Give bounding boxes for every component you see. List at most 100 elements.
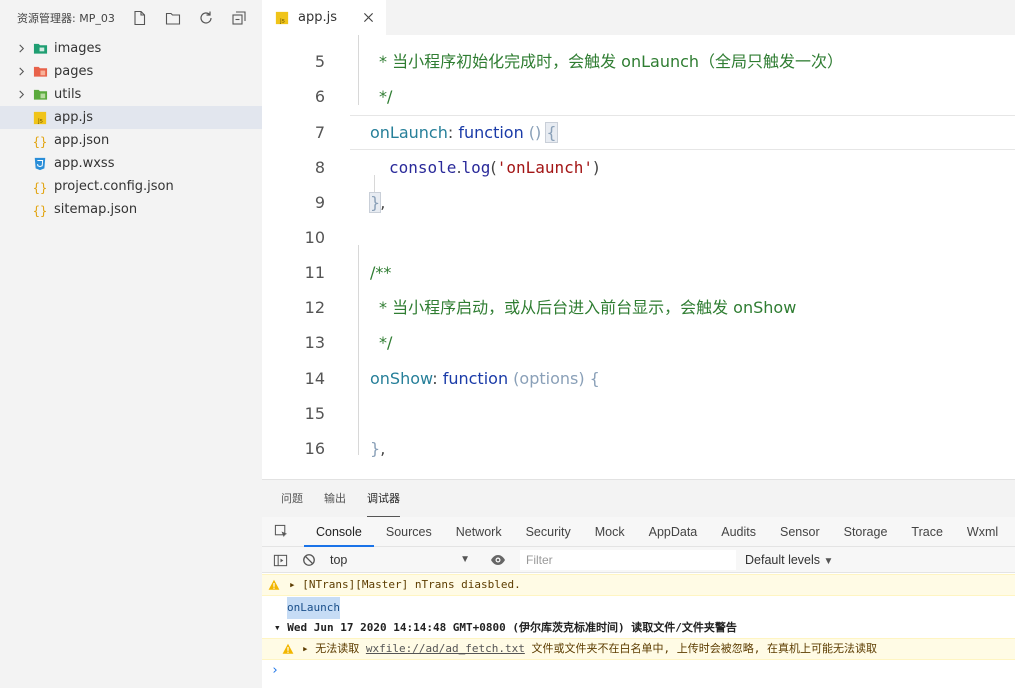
line-number: 8 <box>314 158 325 177</box>
folder-utils-icon <box>32 87 48 103</box>
code-line: 14 onShow: function (options) { <box>262 361 1015 396</box>
js-file-icon: js <box>274 10 290 26</box>
code-line: 11 /** <box>262 255 1015 290</box>
code-tokens: console.log('onLaunch') <box>389 150 599 185</box>
tree-item-label: sitemap.json <box>54 202 138 217</box>
line-number: 16 <box>304 439 325 458</box>
tree-item-label: project.config.json <box>54 179 174 194</box>
devtools-tab-bar: Console Sources Network Security Mock Ap… <box>262 517 1015 547</box>
code-line: 5 * 当小程序初始化完成时，会触发 onLaunch（全局只触发一次） <box>262 44 1015 79</box>
prompt-chevron-icon: › <box>271 663 279 678</box>
code-editor[interactable]: 5 * 当小程序初始化完成时，会触发 onLaunch（全局只触发一次） 6 *… <box>262 35 1015 479</box>
console-message-text: ▸ 无法读取 wxfile://ad/ad_fetch.txt 文件或文件夹不在… <box>302 639 877 659</box>
editor-tab-bar: js app.js <box>262 0 1015 35</box>
devtools-tab-console[interactable]: Console <box>304 517 374 547</box>
code-line: 12 * 当小程序启动，或从后台进入前台显示，会触发 onShow <box>262 290 1015 325</box>
chevron-right-icon[interactable] <box>16 90 26 100</box>
panel-tab-debugger[interactable]: 调试器 <box>367 480 400 517</box>
console-toolbar: top ▼ Default levels ▼ <box>262 547 1015 573</box>
close-icon[interactable] <box>360 9 376 25</box>
tree-file-sitemap-json[interactable]: {} sitemap.json <box>0 198 262 221</box>
tree-file-project-config-json[interactable]: {} project.config.json <box>0 175 262 198</box>
tree-item-label: app.wxss <box>54 156 115 171</box>
devtools: Console Sources Network Security Mock Ap… <box>262 517 1015 688</box>
code-property: onLaunch <box>370 123 448 142</box>
console-warning-message[interactable]: ▸ 无法读取 wxfile://ad/ad_fetch.txt 文件或文件夹不在… <box>262 638 1015 660</box>
file-link[interactable]: wxfile://ad/ad_fetch.txt <box>366 642 525 655</box>
devtools-tab-security[interactable]: Security <box>514 517 583 547</box>
dropdown-arrow-icon: ▼ <box>460 554 470 565</box>
svg-text:js: js <box>279 17 285 24</box>
clear-console-icon[interactable] <box>299 550 319 570</box>
tree-folder-utils[interactable]: utils <box>0 83 262 106</box>
svg-text:{}: {} <box>33 204 47 218</box>
code-brace: } <box>370 439 381 458</box>
svg-text:{}: {} <box>33 181 47 195</box>
inspect-element-icon[interactable] <box>270 521 292 543</box>
line-number: 7 <box>314 123 325 142</box>
new-file-icon[interactable] <box>130 8 150 28</box>
js-file-icon: js <box>32 110 48 126</box>
code-comment: /** <box>370 263 392 282</box>
code-params: (options) <box>508 369 590 388</box>
code-tokens: }, <box>370 431 385 466</box>
chevron-right-icon[interactable] <box>16 44 26 54</box>
code-line: 7 onLaunch: function () { <box>262 115 1015 150</box>
code-comment: * 当小程序初始化完成时，会触发 onLaunch（全局只触发一次） <box>379 52 844 71</box>
tree-file-app-wxss[interactable]: app.wxss <box>0 152 262 175</box>
bottom-panel: 问题 输出 调试器 Console Sources Network Securi… <box>262 479 1015 688</box>
context-select[interactable]: top ▼ <box>330 550 470 570</box>
console-message-text: ▾ Wed Jun 17 2020 14:14:48 GMT+0800 (伊尔库… <box>274 621 737 634</box>
console-log-message[interactable]: onLaunch <box>262 597 1015 619</box>
tree-file-app-json[interactable]: {} app.json <box>0 129 262 152</box>
devtools-tab-appdata[interactable]: AppData <box>637 517 710 547</box>
devtools-tab-wxml[interactable]: Wxml <box>955 517 1010 547</box>
dropdown-arrow-icon: ▼ <box>823 556 834 567</box>
devtools-tab-network[interactable]: Network <box>444 517 514 547</box>
log-levels-select[interactable]: Default levels ▼ <box>745 550 833 572</box>
devtools-tab-storage[interactable]: Storage <box>832 517 900 547</box>
panel-tab-problems[interactable]: 问题 <box>281 480 303 517</box>
tree-folder-images[interactable]: images <box>0 37 262 60</box>
tree-folder-pages[interactable]: pages <box>0 60 262 83</box>
json-file-icon: {} <box>32 202 48 218</box>
devtools-tab-mock[interactable]: Mock <box>583 517 637 547</box>
editor-tab-label: app.js <box>298 10 337 25</box>
console-prompt[interactable]: › <box>262 661 1015 681</box>
line-number: 9 <box>314 193 325 212</box>
editor-tab-app-js[interactable]: js app.js <box>262 0 386 35</box>
devtools-tab-audits[interactable]: Audits <box>709 517 768 547</box>
code-brace: } <box>368 192 382 213</box>
chevron-right-icon[interactable] <box>16 67 26 77</box>
devtools-tab-sensor[interactable]: Sensor <box>768 517 832 547</box>
panel-tab-output[interactable]: 输出 <box>324 480 346 517</box>
log-levels-value: Default levels <box>745 553 821 567</box>
new-folder-icon[interactable] <box>163 8 183 28</box>
folder-pages-icon <box>32 64 48 80</box>
code-tokens: }, <box>368 185 385 220</box>
console-message-prefix: ▸ 无法读取 <box>302 642 366 655</box>
console-group-header[interactable]: ▾ Wed Jun 17 2020 14:14:48 GMT+0800 (伊尔库… <box>262 618 1015 638</box>
code-object: console <box>389 158 457 177</box>
tree-item-label: app.json <box>54 133 110 148</box>
refresh-icon[interactable] <box>196 8 216 28</box>
code-line: 9 }, <box>262 185 1015 220</box>
collapse-all-icon[interactable] <box>229 8 249 28</box>
devtools-tab-trace[interactable]: Trace <box>899 517 955 547</box>
tree-file-app-js[interactable]: js app.js <box>0 106 262 129</box>
json-file-icon: {} <box>32 133 48 149</box>
line-number: 12 <box>304 298 325 317</box>
console-warning-message[interactable]: ▸ [NTrans][Master] nTrans diasbled. <box>262 574 1015 596</box>
toggle-sidebar-icon[interactable] <box>270 550 290 570</box>
code-keyword: function <box>458 123 524 142</box>
devtools-tab-sources[interactable]: Sources <box>374 517 444 547</box>
code-line: 8 console.log('onLaunch') <box>262 150 1015 185</box>
line-number: 11 <box>304 263 325 282</box>
folder-images-icon <box>32 41 48 57</box>
console-filter-input[interactable] <box>520 550 736 570</box>
eye-icon[interactable] <box>488 550 508 570</box>
code-brace: { <box>589 369 600 388</box>
console-message-text: onLaunch <box>287 597 340 619</box>
tree-item-label: pages <box>54 64 94 79</box>
json-file-icon: {} <box>32 179 48 195</box>
